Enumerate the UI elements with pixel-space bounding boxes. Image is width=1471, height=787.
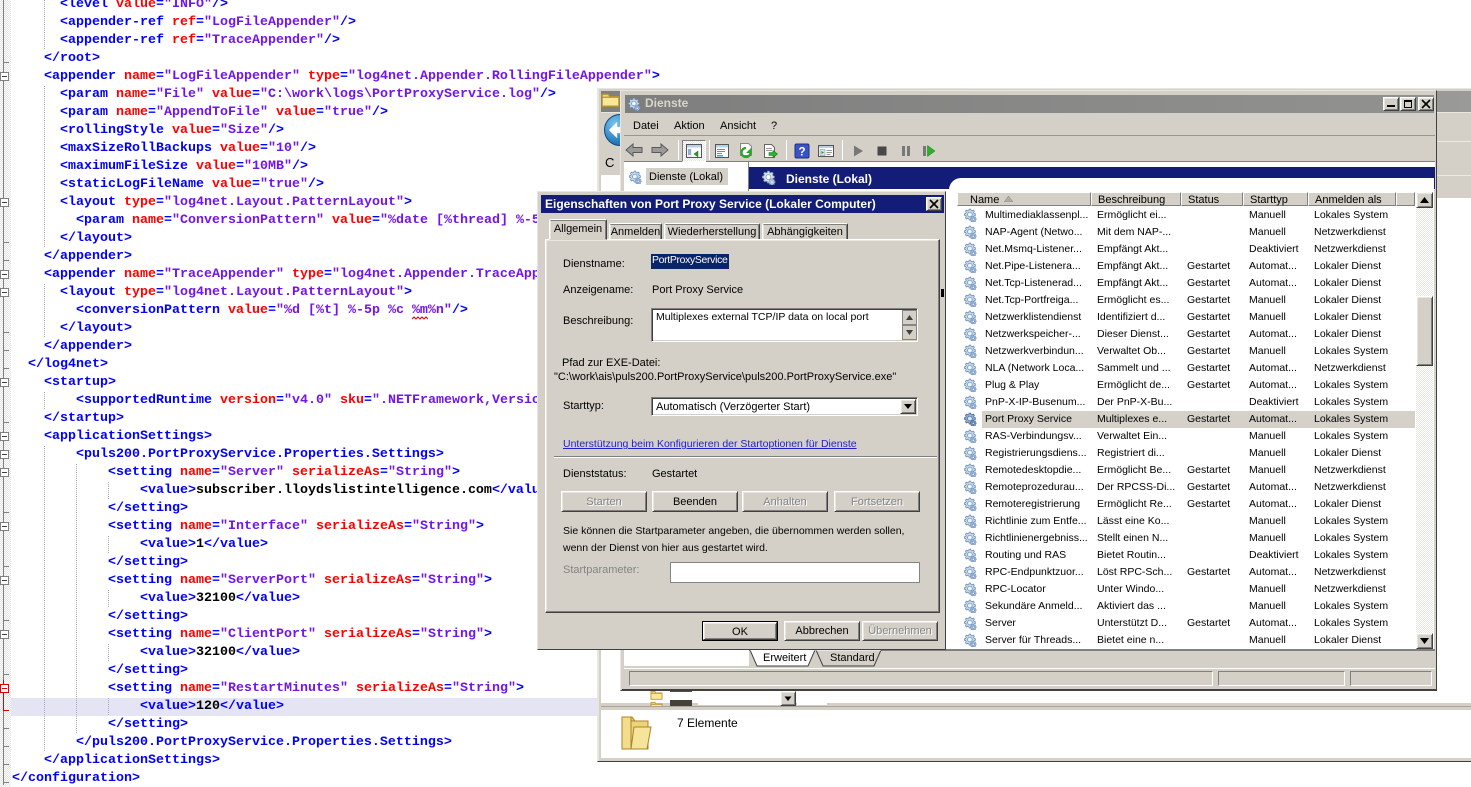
- svg-text:?: ?: [798, 147, 805, 159]
